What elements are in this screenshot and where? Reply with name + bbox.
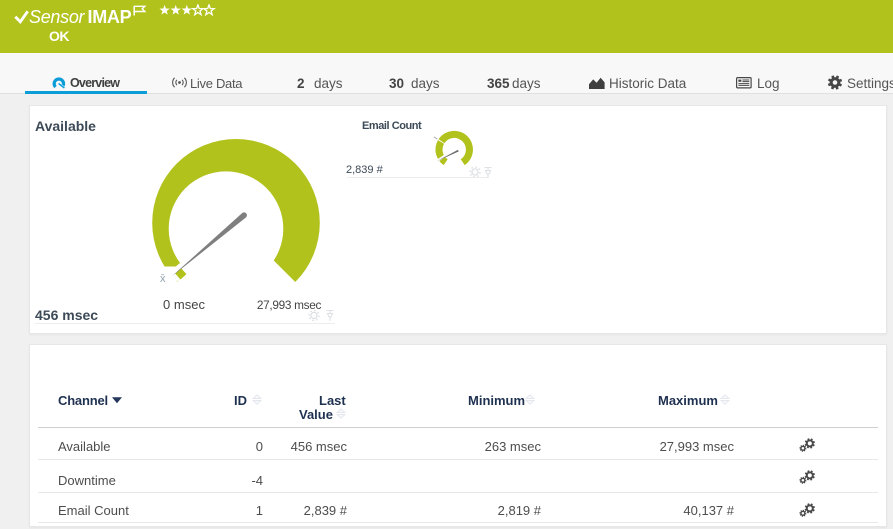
svg-text:x̄: x̄	[160, 273, 166, 285]
